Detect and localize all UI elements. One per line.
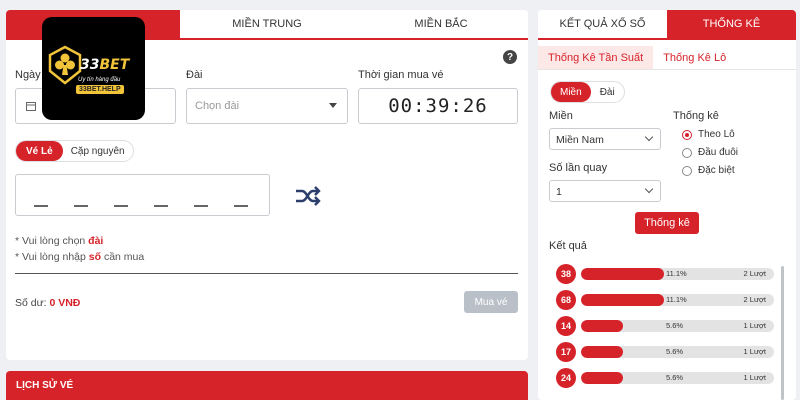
mien-label: Miền — [549, 110, 573, 122]
right-tabs: Kết quả xổ số Thống kê — [538, 10, 796, 40]
brand-tagline: Uy tín hàng đầu — [78, 77, 121, 83]
countdown-box: 00:39:26 — [358, 88, 518, 124]
balance: Số dư: 0 VNĐ — [15, 297, 81, 309]
brand-name: 33BET — [80, 57, 130, 73]
radio-dac-biet[interactable]: Đặc biệt — [682, 165, 735, 176]
help-icon[interactable]: ? — [503, 50, 517, 64]
frequency-percent: 5.6% — [666, 373, 684, 382]
subtab-tan-suat[interactable]: Thống Kê Tần Suất — [538, 46, 654, 69]
buy-ticket-button[interactable]: Mua vé — [464, 291, 518, 313]
pill-mien[interactable]: Miền — [551, 82, 591, 102]
digit-slot — [154, 205, 168, 207]
dai-label: Đài — [186, 69, 203, 81]
region-pill-toggle: Miền Đài — [550, 81, 625, 103]
frequency-count: 2 Lượt — [743, 269, 766, 278]
radio-dau-duoi[interactable]: Đầu đuôi — [682, 147, 738, 158]
stat-subtabs: Thống Kê Tần Suất Thống Kê Lô — [538, 46, 796, 70]
calendar-icon — [26, 102, 36, 111]
mien-select[interactable]: Miền Nam — [549, 128, 661, 150]
frequency-percent: 5.6% — [666, 321, 684, 330]
spins-value: 1 — [556, 186, 562, 198]
number-ball: 24 — [556, 368, 576, 388]
tab-thong-ke[interactable]: Thống kê — [667, 10, 796, 40]
number-ball: 68 — [556, 290, 576, 310]
result-row: 68 11.1% 2 Lượt — [556, 290, 776, 310]
frequency-percent: 11.1% — [666, 269, 687, 278]
club-emblem-icon — [48, 45, 82, 85]
history-title: Lịch sử vé — [16, 380, 74, 391]
33bet-logo: 33BET Uy tín hàng đầu 33BET.HELP — [42, 17, 145, 120]
pill-dai[interactable]: Đài — [591, 82, 624, 102]
frequency-count: 1 Lượt — [743, 347, 766, 356]
brand-url: 33BET.HELP — [76, 85, 124, 94]
frequency-bar: 5.6% 1 Lượt — [581, 372, 774, 384]
note-select-dai: * Vui lòng chọn đài — [15, 235, 104, 247]
frequency-count: 1 Lượt — [743, 321, 766, 330]
caret-down-icon — [329, 103, 337, 108]
spins-select[interactable]: 1 — [549, 180, 661, 202]
chevron-down-icon — [644, 184, 654, 194]
digit-slot — [234, 205, 248, 207]
countdown-timer: 00:39:26 — [388, 95, 488, 117]
frequency-fill — [581, 346, 624, 358]
tab-mien-bac[interactable]: Miền Bắc — [354, 10, 528, 38]
digit-slot — [114, 205, 128, 207]
date-label: Ngày — [15, 69, 41, 81]
results-label: Kết quả — [549, 240, 587, 252]
frequency-bar: 11.1% 2 Lượt — [581, 268, 774, 280]
frequency-fill — [581, 294, 664, 306]
tab-mien-trung[interactable]: Miền Trung — [180, 10, 354, 38]
frequency-bar: 11.1% 2 Lượt — [581, 294, 774, 306]
frequency-fill — [581, 320, 624, 332]
result-row: 38 11.1% 2 Lượt — [556, 264, 776, 284]
balance-value: 0 VNĐ — [49, 297, 81, 309]
dai-select[interactable]: Chọn đài — [186, 88, 348, 124]
frequency-bar: 5.6% 1 Lượt — [581, 320, 774, 332]
frequency-percent: 11.1% — [666, 295, 687, 304]
mode-cap-nguyen[interactable]: Cặp nguyên — [63, 141, 133, 161]
divider — [15, 273, 518, 274]
frequency-count: 2 Lượt — [743, 295, 766, 304]
digit-slot — [74, 205, 88, 207]
note-enter-number: * Vui lòng nhập số cần mua — [15, 251, 145, 263]
number-ball: 17 — [556, 342, 576, 362]
mien-value: Miền Nam — [556, 134, 604, 146]
number-ball: 14 — [556, 316, 576, 336]
frequency-bar: 5.6% 1 Lượt — [581, 346, 774, 358]
time-label: Thời gian mua vé — [358, 69, 444, 81]
ticket-mode-toggle: Vé Lẻ Cặp nguyên — [15, 140, 134, 162]
frequency-count: 1 Lượt — [743, 373, 766, 382]
result-row: 17 5.6% 1 Lượt — [556, 342, 776, 362]
subtab-lo[interactable]: Thống Kê Lô — [653, 46, 736, 69]
chevron-down-icon — [644, 132, 654, 142]
thong-ke-button[interactable]: Thống kê — [635, 212, 699, 234]
stat-type-label: Thống kê — [673, 110, 719, 122]
mode-ve-le[interactable]: Vé Lẻ — [16, 141, 63, 161]
result-row: 14 5.6% 1 Lượt — [556, 316, 776, 336]
frequency-fill — [581, 372, 624, 384]
digit-slot — [194, 205, 208, 207]
dai-placeholder: Chọn đài — [195, 100, 240, 112]
frequency-fill — [581, 268, 664, 280]
results-scrollbar[interactable] — [781, 266, 784, 400]
frequency-percent: 5.6% — [666, 347, 684, 356]
result-row: 24 5.6% 1 Lượt — [556, 368, 776, 388]
tab-ket-qua[interactable]: Kết quả xổ số — [538, 10, 667, 40]
spins-label: Số lần quay — [549, 162, 608, 174]
digit-slot — [34, 205, 48, 207]
radio-theo-lo[interactable]: Theo Lô — [682, 129, 735, 140]
shuffle-icon[interactable] — [295, 186, 321, 206]
stats-panel: Kết quả xổ số Thống kê Thống Kê Tần Suất… — [538, 10, 796, 400]
ticket-history-header[interactable]: Lịch sử vé — [6, 371, 528, 400]
number-input[interactable] — [15, 174, 270, 216]
number-ball: 38 — [556, 264, 576, 284]
